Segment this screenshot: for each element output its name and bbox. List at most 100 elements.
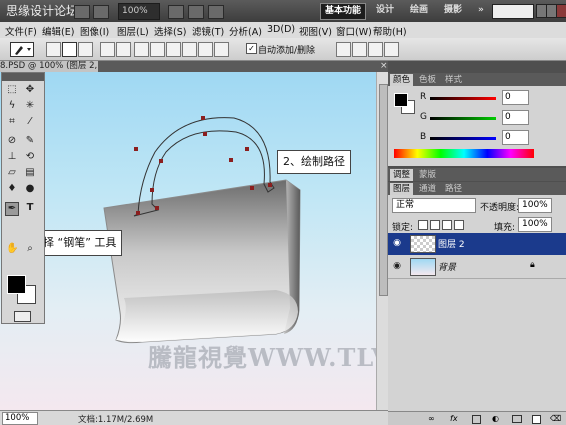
lasso-icon[interactable]: ϟ <box>6 100 18 112</box>
menu-analysis[interactable]: 分析(A) <box>229 24 262 38</box>
history-brush-icon[interactable]: ⟲ <box>24 151 36 163</box>
layer-style-icon[interactable]: fx <box>450 414 458 423</box>
search-input[interactable] <box>492 4 534 19</box>
workspace-design[interactable]: 设计 <box>372 3 398 18</box>
menu-layer[interactable]: 图层(L) <box>117 24 149 38</box>
color-spectrum-ramp[interactable] <box>394 149 534 158</box>
fill-input[interactable]: 100% <box>518 217 552 232</box>
channel-g-value[interactable]: 0 <box>502 110 529 125</box>
workspace-more[interactable]: » <box>474 3 488 18</box>
tab-styles[interactable]: 样式 <box>442 74 465 86</box>
status-zoom-field[interactable]: 100% <box>2 412 38 425</box>
path-exclude-icon[interactable] <box>384 42 399 57</box>
toolbox-header[interactable] <box>2 73 44 81</box>
view-extras-button[interactable] <box>93 5 109 19</box>
brush-icon[interactable]: ✎ <box>24 135 36 147</box>
custom-shape-icon[interactable] <box>214 42 229 57</box>
scrollbar-thumb[interactable] <box>379 84 388 296</box>
opacity-input[interactable]: 100% <box>518 198 552 213</box>
pen-icon[interactable] <box>100 42 115 57</box>
path-add-icon[interactable] <box>336 42 351 57</box>
hand-icon[interactable] <box>168 5 184 19</box>
new-layer-icon[interactable] <box>532 415 541 424</box>
lock-image-icon[interactable] <box>430 220 440 230</box>
rounded-rectangle-icon[interactable] <box>150 42 165 57</box>
menu-edit[interactable]: 编辑(E) <box>42 24 74 38</box>
blend-mode-select[interactable]: 正常 <box>392 198 476 213</box>
adjustment-layer-icon[interactable]: ◐ <box>492 414 499 423</box>
visibility-eye-icon[interactable]: ◉ <box>390 233 404 254</box>
eyedropper-icon[interactable]: ⁄ <box>24 116 36 128</box>
tab-channels[interactable]: 通道 <box>416 183 439 195</box>
delete-layer-icon[interactable]: ⌫ <box>550 414 561 423</box>
gradient-icon[interactable]: ▤ <box>24 167 36 179</box>
layer-name[interactable]: 图层 2 <box>438 237 465 250</box>
bridge-button[interactable] <box>74 5 90 19</box>
channel-g-slider[interactable] <box>430 117 496 120</box>
lock-all-icon[interactable] <box>454 220 464 230</box>
eraser-icon[interactable]: ▱ <box>6 167 18 179</box>
fill-pixels-button[interactable] <box>78 42 93 57</box>
move-icon[interactable]: ✥ <box>24 84 36 96</box>
document-close-button[interactable]: × <box>380 61 388 72</box>
menu-file[interactable]: 文件(F) <box>5 24 37 38</box>
line-icon[interactable] <box>198 42 213 57</box>
channel-b-value[interactable]: 0 <box>502 130 529 145</box>
tab-color[interactable]: 颜色 <box>390 74 414 86</box>
channel-r-value[interactable]: 0 <box>502 90 529 105</box>
hand-tool-icon[interactable]: ✋ <box>6 243 18 255</box>
freeform-pen-icon[interactable] <box>116 42 131 57</box>
menu-window[interactable]: 窗口(W) <box>336 24 372 38</box>
workspace-essentials[interactable]: 基本功能 <box>320 3 367 20</box>
layer-row-background[interactable]: ◉ 背景 🔒︎ <box>388 256 566 279</box>
channel-r-slider[interactable] <box>430 97 496 100</box>
layer-name[interactable]: 背景 <box>438 260 456 273</box>
tab-paths[interactable]: 路径 <box>442 183 465 195</box>
link-layers-icon[interactable]: ∞ <box>428 414 435 423</box>
menu-select[interactable]: 选择(S) <box>154 24 186 38</box>
menu-help[interactable]: 帮助(H) <box>373 24 407 38</box>
tab-adjustments[interactable]: 调整 <box>390 169 414 181</box>
add-mask-icon[interactable] <box>472 415 481 424</box>
path-intersect-icon[interactable] <box>368 42 383 57</box>
zoom-tool-icon[interactable]: ⌕ <box>24 243 36 255</box>
type-icon[interactable]: T <box>24 202 36 214</box>
menu-view[interactable]: 视图(V) <box>299 24 332 38</box>
pen-tool-icon[interactable]: ✒ <box>5 202 19 216</box>
new-group-icon[interactable] <box>512 415 522 423</box>
shape-layers-button[interactable] <box>46 42 61 57</box>
layer-row-layer2[interactable]: ◉ 图层 2 <box>388 233 566 255</box>
auto-add-delete-checkbox[interactable]: ✓ <box>246 43 257 54</box>
tab-masks[interactable]: 蒙版 <box>416 169 439 181</box>
path-subtract-icon[interactable] <box>352 42 367 57</box>
color-panel-foreground-swatch[interactable] <box>394 93 408 107</box>
crop-icon[interactable]: ⌗ <box>6 116 18 128</box>
tool-preset-picker[interactable] <box>10 42 34 57</box>
close-button[interactable] <box>556 4 566 18</box>
document-canvas[interactable]: 2、绘制路径 1、选择 “钢笔” 工具 騰龍視覺WWW.TLVI.NET <box>0 72 376 410</box>
zoom-select[interactable]: 100% <box>118 3 160 20</box>
screen-mode-button[interactable] <box>208 5 224 19</box>
polygon-icon[interactable] <box>182 42 197 57</box>
menu-3d[interactable]: 3D(D) <box>267 24 295 35</box>
quick-mask-icon[interactable] <box>14 311 31 322</box>
magic-wand-icon[interactable]: ✳ <box>24 100 36 112</box>
clone-stamp-icon[interactable]: ⊥ <box>6 151 18 163</box>
menu-filter[interactable]: 滤镜(T) <box>192 24 224 38</box>
tab-layers[interactable]: 图层 <box>390 183 414 195</box>
arrange-documents-button[interactable] <box>188 5 204 19</box>
workspace-painting[interactable]: 绘画 <box>406 3 432 18</box>
dodge-icon[interactable]: ● <box>24 183 36 195</box>
blur-icon[interactable]: ♦ <box>6 183 18 195</box>
tab-swatches[interactable]: 色板 <box>416 74 439 86</box>
channel-b-slider[interactable] <box>430 137 496 140</box>
marquee-icon[interactable]: ⬚ <box>6 84 18 96</box>
visibility-eye-icon[interactable]: ◉ <box>390 256 404 277</box>
healing-brush-icon[interactable]: ⊘ <box>6 135 18 147</box>
menu-image[interactable]: 图像(I) <box>80 24 109 38</box>
document-tab[interactable]: 8.PSD @ 100% (图层 2, RGB/8#) * <box>0 61 98 82</box>
ellipse-icon[interactable] <box>166 42 181 57</box>
lock-position-icon[interactable] <box>442 220 452 230</box>
lock-transparent-icon[interactable] <box>418 220 428 230</box>
workspace-photography[interactable]: 摄影 <box>440 3 466 18</box>
